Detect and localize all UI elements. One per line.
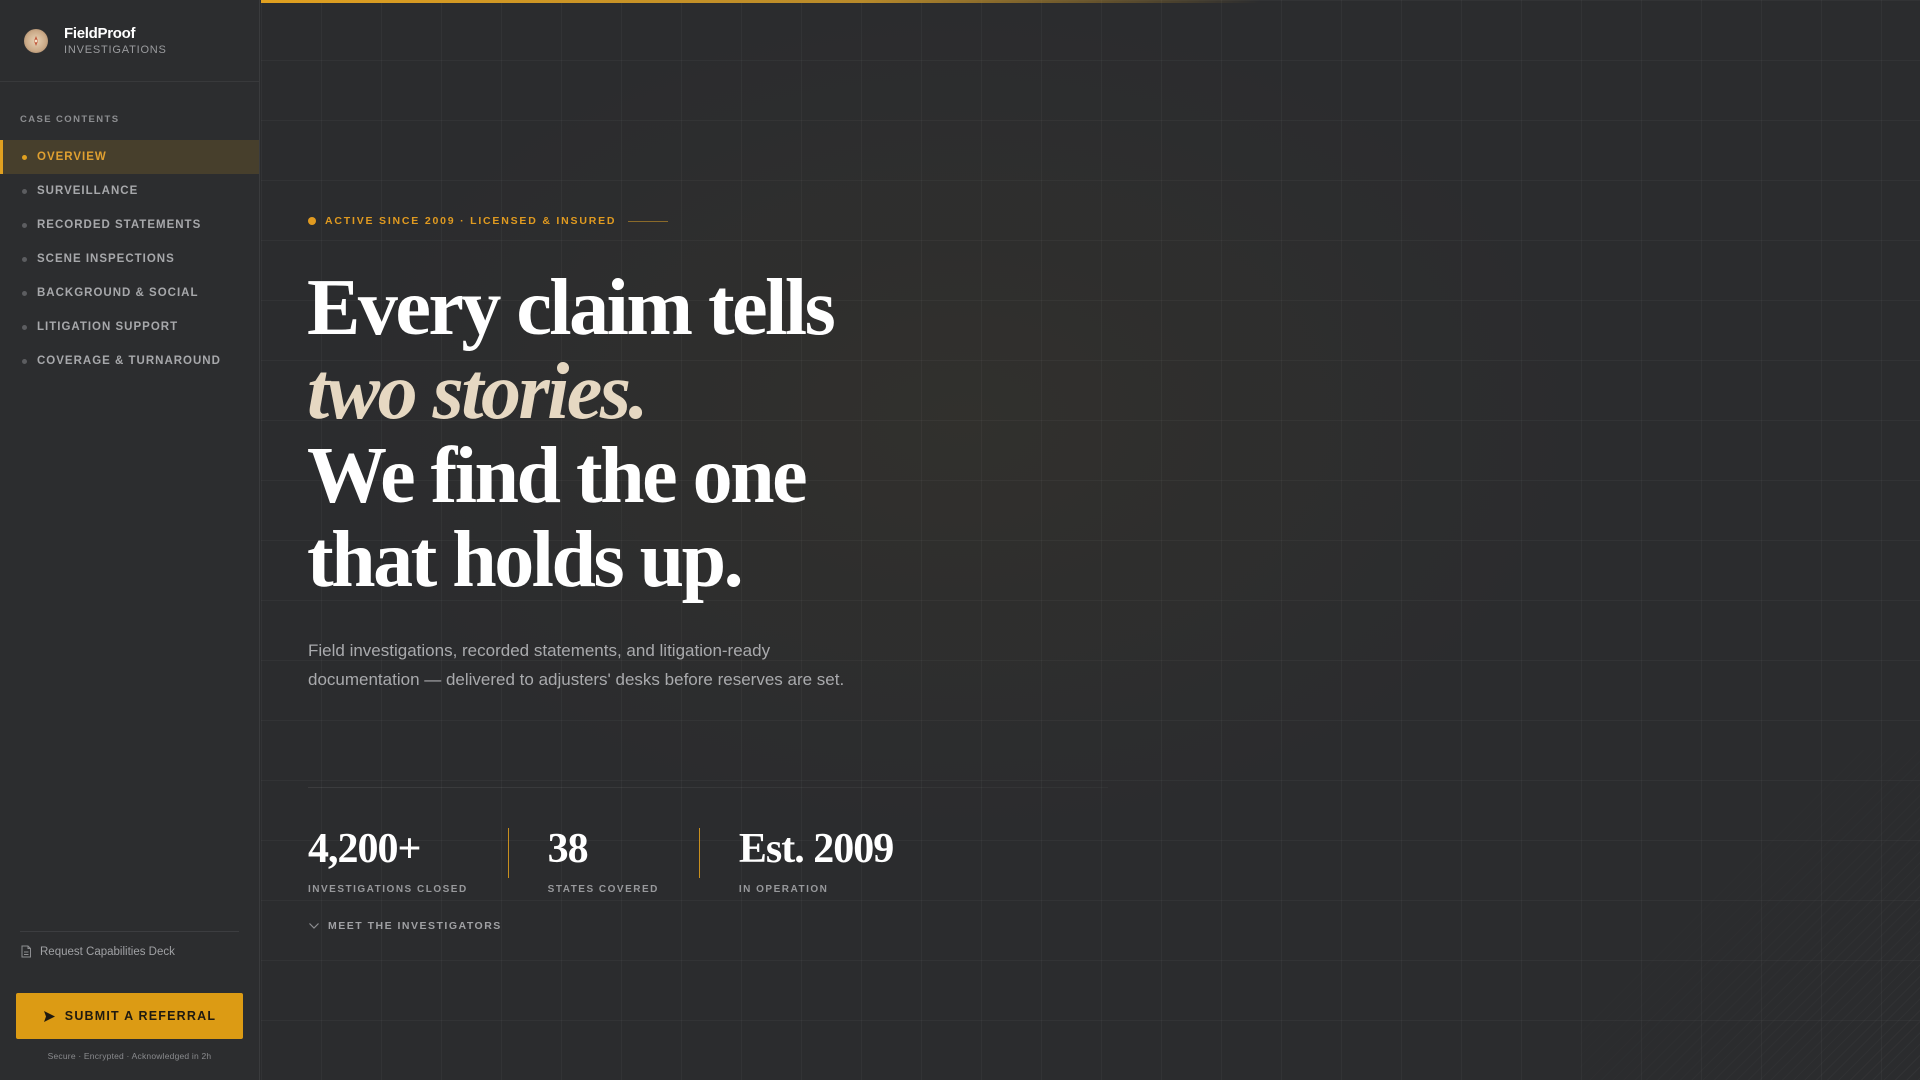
- sidebar-item-background-social[interactable]: BACKGROUND & SOCIAL: [0, 276, 259, 310]
- status-dot-icon: [308, 217, 316, 225]
- bullet-dot-icon: [22, 324, 27, 330]
- meet-investigators-label: MEET THE INVESTIGATORS: [328, 920, 502, 932]
- send-arrow-icon: [43, 1010, 55, 1022]
- submit-referral-button[interactable]: SUBMIT A REFERRAL: [16, 993, 243, 1039]
- submit-referral-label: SUBMIT A REFERRAL: [64, 1009, 217, 1023]
- hero-headline: Every claim tells two stories. We find t…: [307, 266, 1207, 602]
- case-contents-label: CASE CONTENTS: [20, 114, 120, 125]
- sidebar-item-litigation-support[interactable]: LITIGATION SUPPORT: [0, 310, 259, 344]
- sidebar-item-label: RECORDED STATEMENTS: [37, 219, 202, 231]
- sidebar-item-scene-inspections[interactable]: SCENE INSPECTIONS: [0, 242, 259, 276]
- brand-subtitle: INVESTIGATIONS: [64, 44, 167, 56]
- bullet-dot-icon: [22, 290, 27, 296]
- bullet-dot-icon: [22, 256, 27, 262]
- request-deck-label: Request Capabilities Deck: [40, 945, 175, 958]
- eyebrow-line: [628, 220, 669, 222]
- case-contents-nav: OVERVIEW SURVEILLANCE RECORDED STATEMENT…: [0, 140, 259, 378]
- headline-line-3: We find the one: [307, 432, 808, 520]
- sidebar-item-label: OVERVIEW: [37, 151, 107, 163]
- stat-value: 4,200+: [308, 826, 421, 872]
- sidebar-item-label: SURVEILLANCE: [37, 185, 139, 197]
- sidebar-item-overview[interactable]: OVERVIEW: [0, 140, 259, 174]
- stat-value: Est. 2009: [738, 826, 894, 872]
- bullet-dot-icon: [22, 222, 27, 228]
- stat-states: 38 STATES COVERED: [507, 826, 699, 895]
- request-deck-link[interactable]: Request Capabilities Deck: [20, 945, 175, 958]
- hero-eyebrow: ACTIVE SINCE 2009 · LICENSED & INSURED: [308, 215, 669, 227]
- bullet-dot-icon: [22, 154, 27, 160]
- sidebar-item-recorded-statements[interactable]: RECORDED STATEMENTS: [0, 208, 259, 242]
- hero-lede: Field investigations, recorded statement…: [308, 641, 845, 689]
- stat-investigations: 4,200+ INVESTIGATIONS CLOSED: [308, 826, 508, 895]
- sidebar-item-label: BACKGROUND & SOCIAL: [37, 287, 199, 299]
- headline-line-1: Every claim tells: [307, 264, 836, 352]
- sidebar: FieldProof INVESTIGATIONS CASE CONTENTS …: [0, 0, 260, 1080]
- sidebar-item-coverage-turnaround[interactable]: COVERAGE & TURNAROUND: [0, 344, 259, 378]
- brand[interactable]: FieldProof INVESTIGATIONS: [0, 0, 259, 82]
- headline-italic: two stories.: [307, 348, 648, 436]
- brand-name: FieldProof: [64, 25, 136, 42]
- document-icon: [21, 945, 31, 958]
- chevron-down-icon: [309, 923, 319, 929]
- main-content: ACTIVE SINCE 2009 · LICENSED & INSURED E…: [261, 0, 1920, 1080]
- sidebar-item-label: COVERAGE & TURNAROUND: [37, 355, 221, 367]
- compass-badge-icon: [24, 28, 48, 53]
- sidebar-item-surveillance[interactable]: SURVEILLANCE: [0, 174, 259, 208]
- headline-line-4: that holds up.: [307, 516, 744, 604]
- stat-label: INVESTIGATIONS CLOSED: [308, 884, 468, 895]
- stat-established: Est. 2009 IN OPERATION: [698, 826, 933, 895]
- secure-note: Secure · Encrypted · Acknowledged in 2h: [47, 1051, 212, 1061]
- meet-investigators-link[interactable]: MEET THE INVESTIGATORS: [308, 920, 502, 932]
- sidebar-divider: [20, 931, 239, 932]
- stat-value: 38: [547, 826, 589, 872]
- stats-divider: [308, 787, 1108, 788]
- sidebar-item-label: LITIGATION SUPPORT: [37, 321, 179, 333]
- top-accent-bar: [261, 0, 1261, 3]
- stat-label: STATES COVERED: [547, 884, 659, 895]
- stats-row: 4,200+ INVESTIGATIONS CLOSED 38 STATES C…: [308, 826, 933, 895]
- background-hatch: [1580, 750, 1920, 1080]
- eyebrow-text: ACTIVE SINCE 2009 · LICENSED & INSURED: [325, 215, 617, 227]
- stat-label: IN OPERATION: [738, 884, 829, 895]
- bullet-dot-icon: [22, 188, 27, 194]
- sidebar-item-label: SCENE INSPECTIONS: [37, 253, 175, 265]
- bullet-dot-icon: [22, 358, 27, 364]
